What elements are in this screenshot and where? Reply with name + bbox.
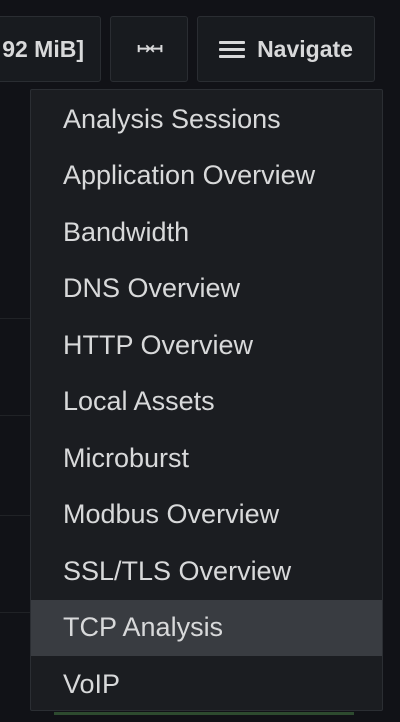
background-divider [0, 318, 30, 319]
background-divider [0, 515, 30, 516]
menu-item-voip[interactable]: VoIP [31, 656, 382, 712]
menu-item-ssl-tls-overview[interactable]: SSL/TLS Overview [31, 543, 382, 599]
menu-item-http-overview[interactable]: HTTP Overview [31, 317, 382, 373]
hamburger-menu-icon [219, 37, 246, 62]
menu-item-local-assets[interactable]: Local Assets [31, 374, 382, 430]
background-divider [0, 415, 30, 416]
menu-item-microburst[interactable]: Microburst [31, 430, 382, 486]
menu-item-dns-overview[interactable]: DNS Overview [31, 261, 382, 317]
bottom-accent-bar [54, 712, 354, 715]
menu-item-analysis-sessions[interactable]: Analysis Sessions [31, 91, 382, 147]
storage-size-label: 92 MiB] [2, 35, 84, 62]
menu-item-modbus-overview[interactable]: Modbus Overview [31, 487, 382, 543]
menu-item-bandwidth[interactable]: Bandwidth [31, 204, 382, 260]
collapse-arrows-icon: ↦↤ [136, 39, 163, 58]
menu-item-application-overview[interactable]: Application Overview [31, 148, 382, 204]
navigate-dropdown-menu: Analysis Sessions Application Overview Ban… [30, 89, 383, 711]
collapse-button[interactable]: ↦↤ [110, 16, 188, 82]
storage-size-button[interactable]: 92 MiB] [0, 16, 101, 82]
menu-item-tcp-analysis[interactable]: TCP Analysis [31, 599, 382, 656]
navigate-label: Navigate [257, 35, 353, 62]
navigate-button[interactable]: Navigate [197, 16, 375, 82]
background-divider [0, 612, 30, 613]
